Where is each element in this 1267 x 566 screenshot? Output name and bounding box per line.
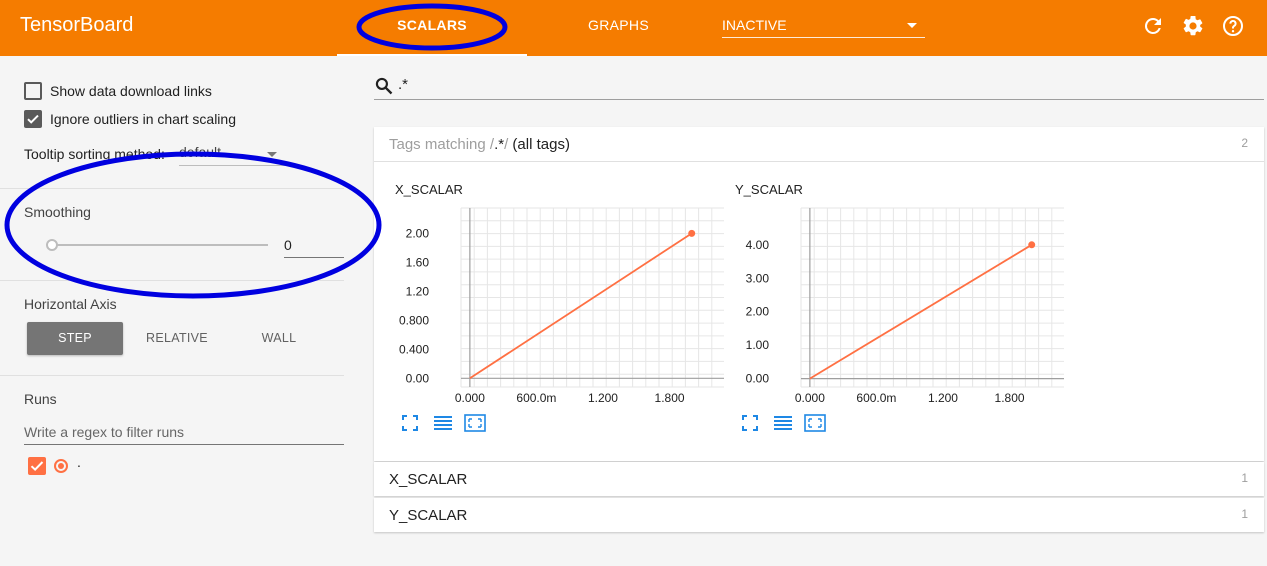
tag-filter-value: .* [398,76,409,93]
inactive-dropdown-label: INACTIVE [722,17,787,33]
group-card-y-scalar[interactable]: Y_SCALAR 1 [374,498,1264,532]
tab-graphs[interactable]: GRAPHS [565,0,672,56]
tab-scalars-label: SCALARS [397,17,467,33]
dropdown-arrow-icon [267,152,277,157]
y-tick-label: 0.400 [399,342,429,356]
horizontal-axis-title: Horizontal Axis [24,296,117,312]
y-tick-label: 0.00 [406,371,430,385]
tags-prefix: Tags matching / [389,136,495,153]
x-tick-label: 1.200 [928,391,958,405]
tags-count: 2 [1241,136,1248,150]
inactive-dashboards-dropdown[interactable]: INACTIVE [722,14,925,38]
top-app-bar: TensorBoard SCALARS GRAPHS INACTIVE [0,0,1267,56]
tag-filter-input[interactable]: .* [374,70,1264,100]
fit-domain-icon[interactable] [464,414,486,432]
group-name: X_SCALAR [389,471,468,488]
x-scalar-chart[interactable]: 0.000 600.0m 1.200 1.800 0.00 0.400 0.800 1.20 1… [374,207,724,407]
axis-step-button[interactable]: STEP [27,322,123,355]
group-card-x-scalar[interactable]: X_SCALAR 1 [374,462,1264,496]
series-line [469,232,693,380]
active-tab-indicator [337,54,527,56]
run-radio-button[interactable] [54,459,68,473]
y-tick-label: 2.00 [406,226,430,240]
divider [0,188,344,189]
x-tick-label: 1.800 [655,391,685,405]
x-tick-label: 600.0m [856,391,896,405]
tags-suffix: / [504,136,509,153]
fullscreen-icon[interactable] [742,415,758,431]
axis-relative-button[interactable]: RELATIVE [129,322,225,355]
x-tick-label: 1.800 [995,391,1025,405]
smoothing-title: Smoothing [24,204,91,220]
data-point [688,229,696,237]
y-tick-label: 1.60 [406,255,430,269]
fullscreen-icon[interactable] [402,415,418,431]
fit-domain-icon[interactable] [804,414,826,432]
x-tick-label: 0.000 [455,391,485,405]
y-tick-label: 2.00 [746,305,770,319]
log-scale-icon[interactable] [773,415,793,431]
tags-card: Tags matching /.*/ (all tags) 2 X_SCALAR… [374,127,1264,461]
help-icon[interactable] [1221,14,1245,38]
group-name: Y_SCALAR [389,507,468,524]
divider [0,280,344,281]
run-checkbox[interactable] [28,457,46,475]
checkbox-checked-icon [24,110,42,128]
chart-title: Y_SCALAR [735,182,803,197]
show-download-links-label: Show data download links [50,83,212,99]
tooltip-sorting-value: default [179,144,222,160]
y-tick-label: 1.00 [746,338,770,352]
y-tick-label: 0.800 [399,313,429,327]
y-tick-label: 4.00 [746,238,770,252]
dropdown-arrow-icon [907,23,917,28]
data-point [1028,241,1036,249]
search-icon [375,77,393,95]
smoothing-slider-knob[interactable] [46,239,58,251]
group-count: 1 [1241,507,1248,521]
y-tick-label: 3.00 [746,271,770,285]
run-label: . [77,454,81,470]
tab-scalars[interactable]: SCALARS [337,0,527,56]
divider [0,375,344,376]
tooltip-sorting-label: Tooltip sorting method: [24,146,165,162]
log-scale-icon[interactable] [433,415,453,431]
checkmark-icon [30,461,44,472]
tags-all-label: (all tags) [512,136,570,153]
tab-graphs-label: GRAPHS [588,17,649,33]
divider [374,161,1264,162]
runs-title: Runs [24,391,57,407]
checkbox-unchecked-icon [24,82,42,100]
x-tick-label: 0.000 [795,391,825,405]
tooltip-sorting-dropdown[interactable]: default [179,144,285,166]
y-tick-label: 0.00 [746,372,770,386]
tags-pattern: .* [494,136,505,153]
refresh-icon[interactable] [1141,14,1165,38]
y-scalar-chart[interactable]: 0.000 600.0m 1.200 1.800 0.00 1.00 2.00 3.00 4.0… [714,207,1064,407]
series-line [809,244,1033,380]
settings-icon[interactable] [1181,14,1205,38]
x-tick-label: 1.200 [588,391,618,405]
tags-card-header[interactable]: Tags matching /.*/ (all tags) [389,136,570,153]
axis-wall-button[interactable]: WALL [231,322,327,355]
app-title: TensorBoard [20,14,134,36]
x-tick-label: 600.0m [516,391,556,405]
smoothing-input[interactable]: 0 [284,234,344,258]
smoothing-slider-track[interactable] [52,244,268,246]
y-tick-label: 1.20 [406,284,430,298]
group-count: 1 [1241,471,1248,485]
sidebar: Show data download links Ignore outliers… [0,56,344,566]
chart-title: X_SCALAR [395,182,463,197]
ignore-outliers-label: Ignore outliers in chart scaling [50,111,236,127]
runs-filter-input[interactable]: Write a regex to filter runs [24,422,344,445]
